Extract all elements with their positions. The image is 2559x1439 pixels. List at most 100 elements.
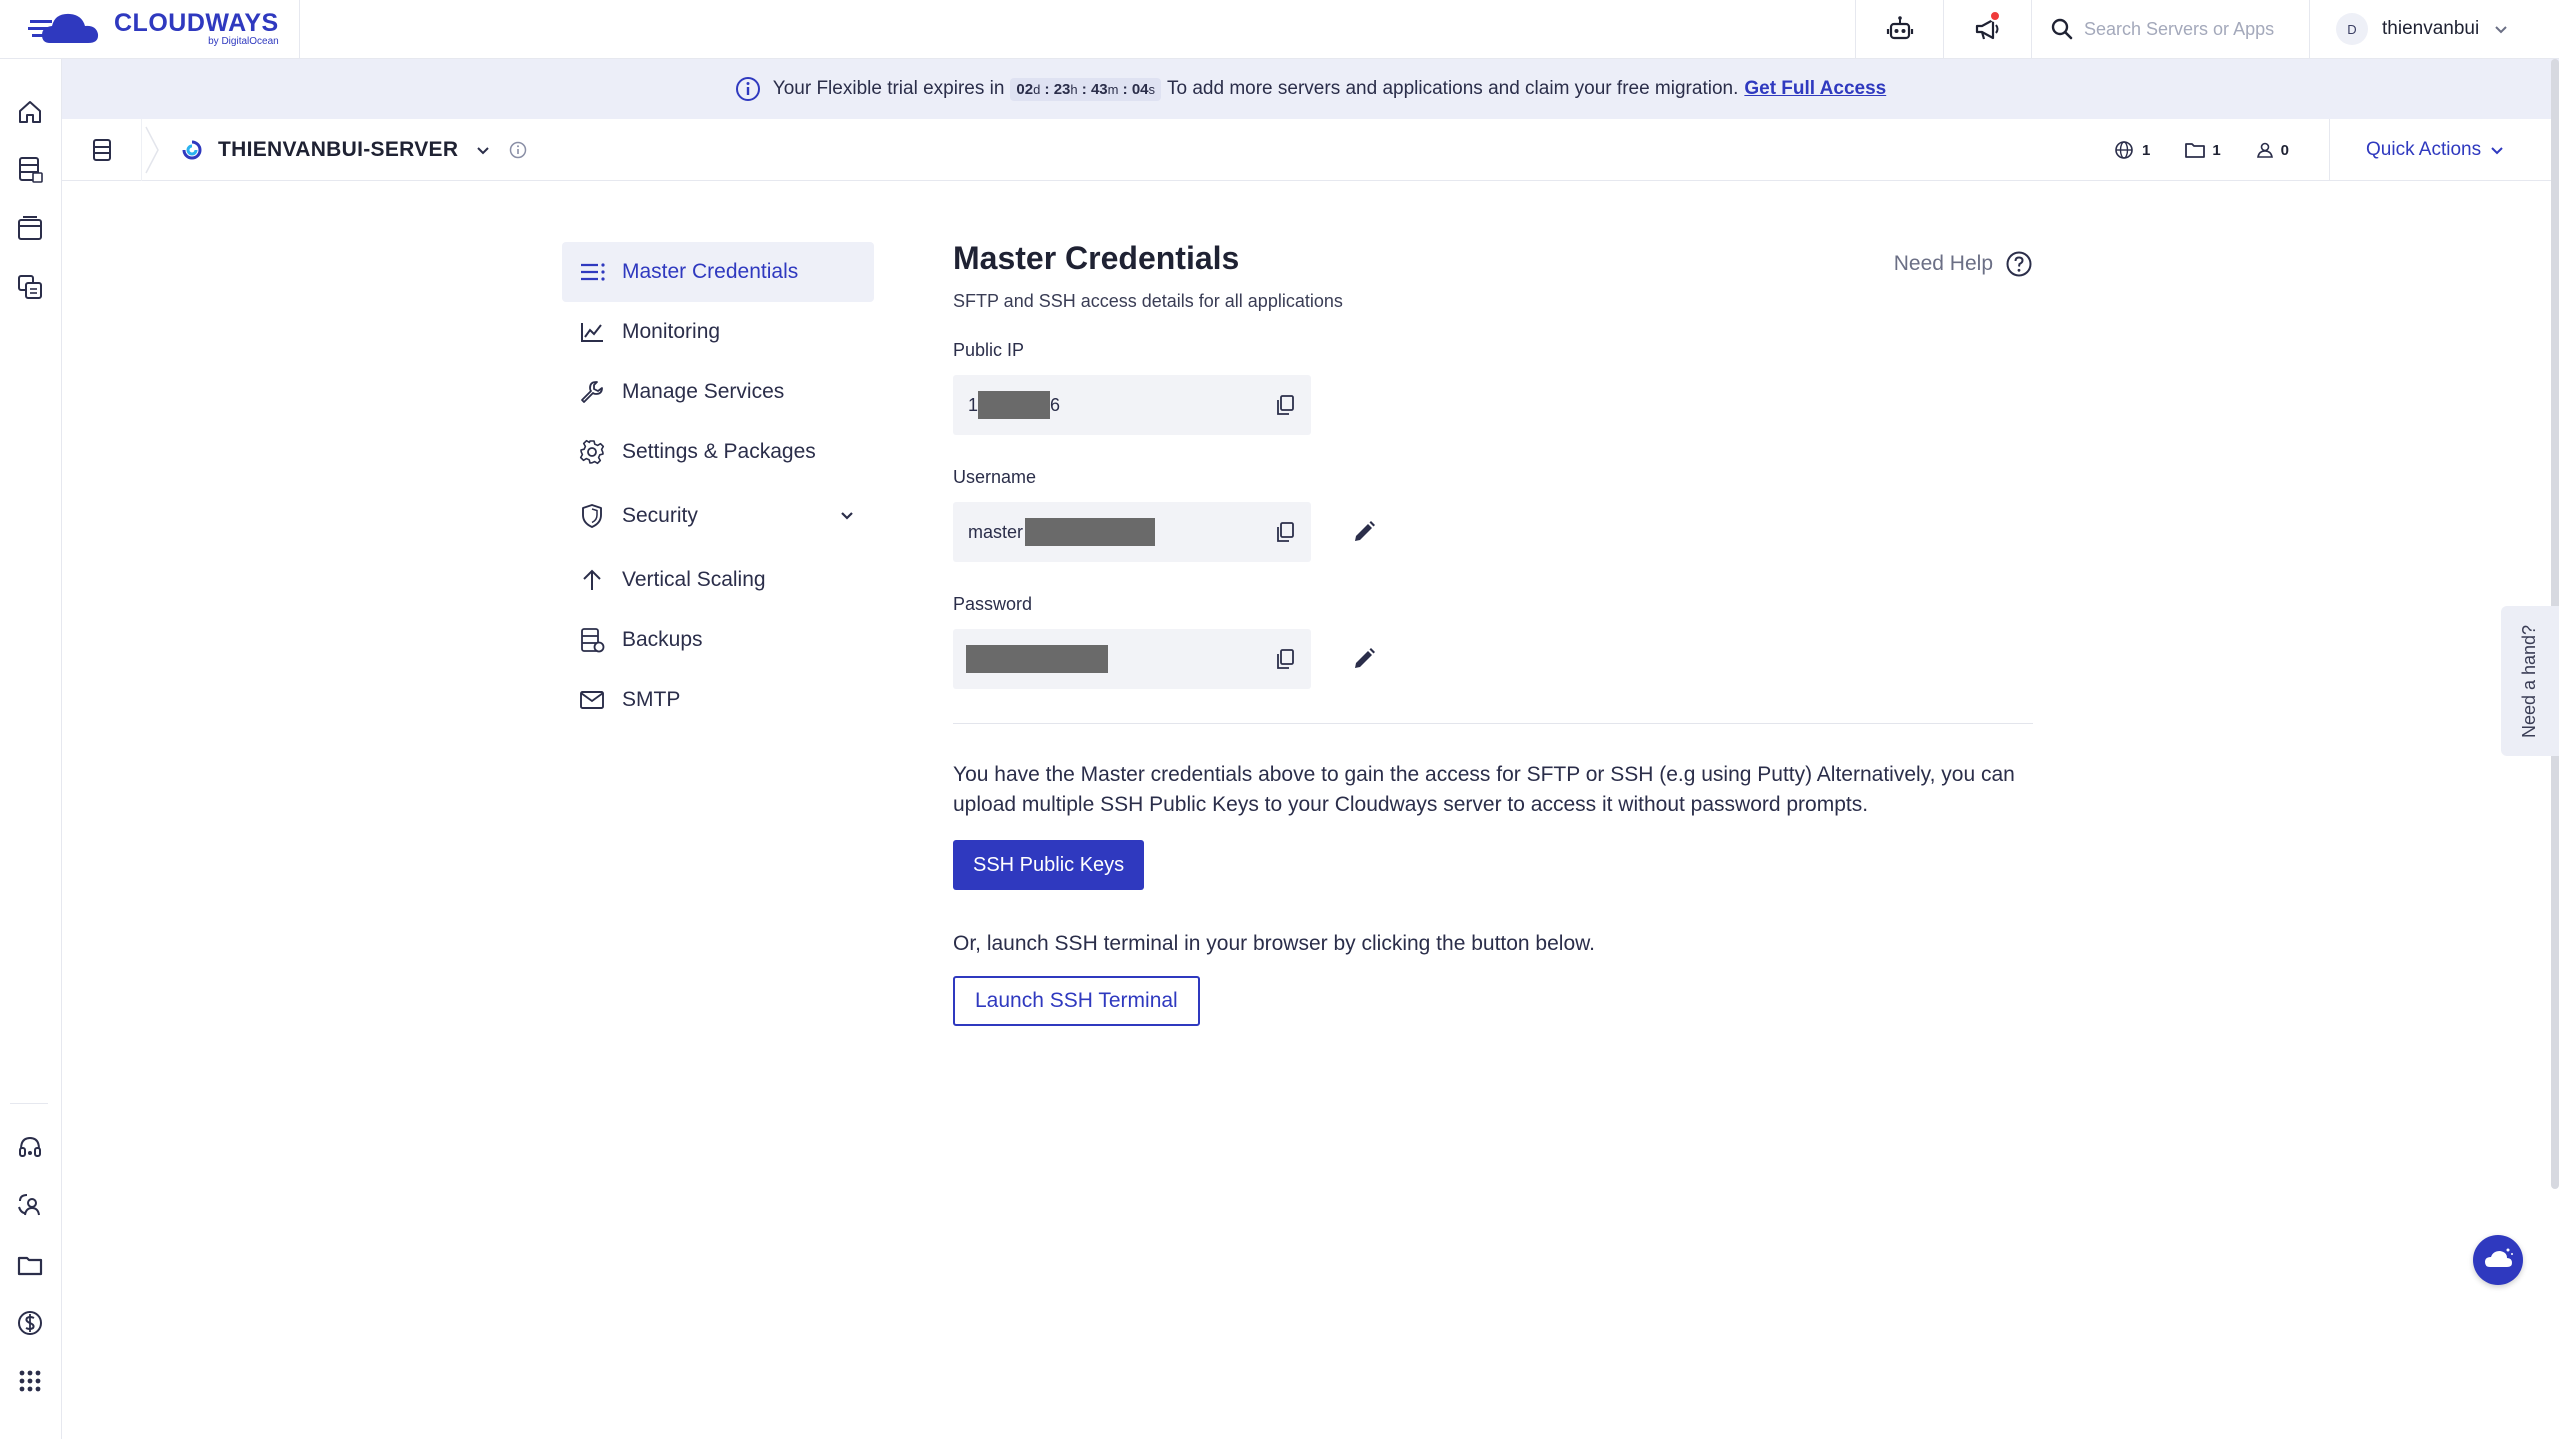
redacted-value: [966, 645, 1108, 673]
info-icon: [735, 77, 760, 101]
trial-countdown: 02d : 23h : 43m : 04s: [1010, 77, 1162, 101]
wrench-icon: [578, 378, 606, 406]
rail-team[interactable]: [13, 1188, 47, 1222]
mail-icon: [578, 686, 606, 714]
rail-migrations[interactable]: [13, 270, 47, 304]
notification-dot: [1989, 9, 2001, 22]
menu-settings-packages[interactable]: Settings & Packages: [562, 422, 874, 482]
robot-icon: [1886, 16, 1913, 40]
brand-sub: by DigitalOcean: [208, 36, 279, 47]
pencil-icon: [1355, 648, 1375, 668]
rail-home[interactable]: [13, 95, 47, 129]
question-icon: [2006, 251, 2032, 277]
avatar: D: [2336, 13, 2368, 45]
menu-backups[interactable]: Backups: [562, 610, 874, 670]
menu-monitoring[interactable]: Monitoring: [562, 302, 874, 362]
trial-banner: Your Flexible trial expires in 02d : 23h…: [62, 59, 2559, 119]
list-icon: [578, 258, 606, 286]
ssh-terminal-hint: Or, launch SSH terminal in your browser …: [953, 932, 1595, 955]
copy-username-button[interactable]: [1273, 520, 1297, 544]
trial-text: Your Flexible trial expires in: [772, 78, 1005, 99]
www-count[interactable]: 1: [2112, 140, 2150, 160]
username-label: Username: [953, 467, 1037, 487]
user-menu[interactable]: D thienvanbui: [2309, 0, 2559, 59]
brand-logo[interactable]: CLOUDWAYS by DigitalOcean: [0, 0, 300, 59]
bot-button[interactable]: [1855, 0, 1943, 59]
apps-count[interactable]: 1: [2184, 141, 2221, 159]
menu-master-credentials[interactable]: Master Credentials: [562, 242, 874, 302]
server-stats: 1 1 0: [2112, 119, 2289, 181]
copy-icon: [1277, 395, 1294, 415]
need-help-button[interactable]: Need Help: [1894, 250, 2033, 278]
server-status-icon: [182, 140, 202, 159]
page-title: Master Credentials: [953, 240, 1240, 276]
server-side-menu: Master Credentials Monitoring Manage Ser…: [562, 242, 874, 730]
user-sync-icon: [18, 1194, 40, 1216]
search-input[interactable]: [2084, 18, 2304, 40]
home-icon: [19, 101, 41, 123]
menu-vertical-scaling[interactable]: Vertical Scaling: [562, 550, 874, 610]
headset-icon: [19, 1136, 41, 1157]
copy-password-button[interactable]: [1273, 647, 1297, 671]
need-a-hand-tab[interactable]: Need a hand?: [2501, 606, 2559, 756]
server-icon: [19, 157, 43, 183]
folder-icon: [2185, 143, 2206, 158]
backup-icon: [578, 626, 606, 654]
copy-public-ip-button[interactable]: [1273, 393, 1297, 417]
rail-servers[interactable]: [13, 152, 47, 186]
chart-line-icon: [578, 318, 606, 346]
server-header: THIENVANBUI-SERVER 1 1 0 Quick Actions: [62, 118, 2559, 181]
pencil-icon: [1355, 521, 1375, 541]
browser-window-icon: [18, 216, 42, 240]
gear-icon: [578, 438, 606, 466]
server-name: THIENVANBUI-SERVER: [218, 137, 459, 161]
server-list-icon: [92, 138, 111, 161]
server-info-icon[interactable]: [508, 140, 528, 160]
rail-projects[interactable]: [13, 1248, 47, 1282]
quick-actions-button[interactable]: Quick Actions: [2329, 119, 2559, 181]
rail-divider: [10, 1103, 48, 1104]
public-ip-field[interactable]: 16: [953, 375, 1311, 435]
trial-suffix: To add more servers and applications and…: [1167, 78, 1739, 99]
chevron-down-icon: [841, 512, 853, 520]
page-subtitle: SFTP and SSH access details for all appl…: [953, 291, 1343, 311]
search-box[interactable]: [2031, 0, 2309, 59]
users-count[interactable]: 0: [2255, 141, 2289, 159]
password-label: Password: [953, 594, 1033, 614]
user-name: thienvanbui: [2382, 18, 2480, 39]
public-ip-label: Public IP: [953, 340, 1025, 360]
chevron-down-icon: [2491, 147, 2503, 155]
get-full-access-link[interactable]: Get Full Access: [1744, 78, 1886, 100]
launch-ssh-terminal-button[interactable]: Launch SSH Terminal: [953, 976, 1200, 1026]
folder-icon: [17, 1256, 43, 1276]
menu-smtp[interactable]: SMTP: [562, 670, 874, 730]
rail-billing[interactable]: [13, 1306, 47, 1340]
ssh-public-keys-button[interactable]: SSH Public Keys: [953, 840, 1145, 890]
rail-applications[interactable]: [13, 212, 47, 246]
edit-password-button[interactable]: [1349, 644, 1379, 674]
www-icon: [2115, 141, 2133, 159]
username-field[interactable]: master: [953, 502, 1311, 562]
breadcrumb-chevron-icon: [145, 126, 159, 173]
copy-pages-icon: [18, 275, 42, 299]
chat-launcher-button[interactable]: [2473, 1235, 2523, 1285]
chevron-down-icon: [2495, 26, 2507, 34]
password-field[interactable]: [953, 629, 1311, 689]
arrow-up-icon: [578, 566, 606, 594]
server-list-button[interactable]: [62, 118, 142, 181]
copy-icon: [1277, 649, 1294, 669]
billing-icon: [18, 1311, 42, 1335]
rail-addons[interactable]: [13, 1364, 47, 1398]
redacted-value: [1025, 518, 1156, 546]
user-icon: [2256, 142, 2273, 158]
redacted-value: [978, 391, 1051, 419]
server-dropdown-icon[interactable]: [474, 141, 492, 159]
brand-name: CLOUDWAYS: [114, 9, 279, 37]
rail-support[interactable]: [13, 1130, 47, 1164]
section-divider: [953, 723, 2033, 724]
menu-security[interactable]: Security: [562, 482, 874, 550]
edit-username-button[interactable]: [1349, 517, 1379, 547]
menu-manage-services[interactable]: Manage Services: [562, 362, 874, 422]
announcements-button[interactable]: [1943, 0, 2031, 59]
top-bar: CLOUDWAYS by DigitalOcean D th: [0, 0, 2559, 59]
